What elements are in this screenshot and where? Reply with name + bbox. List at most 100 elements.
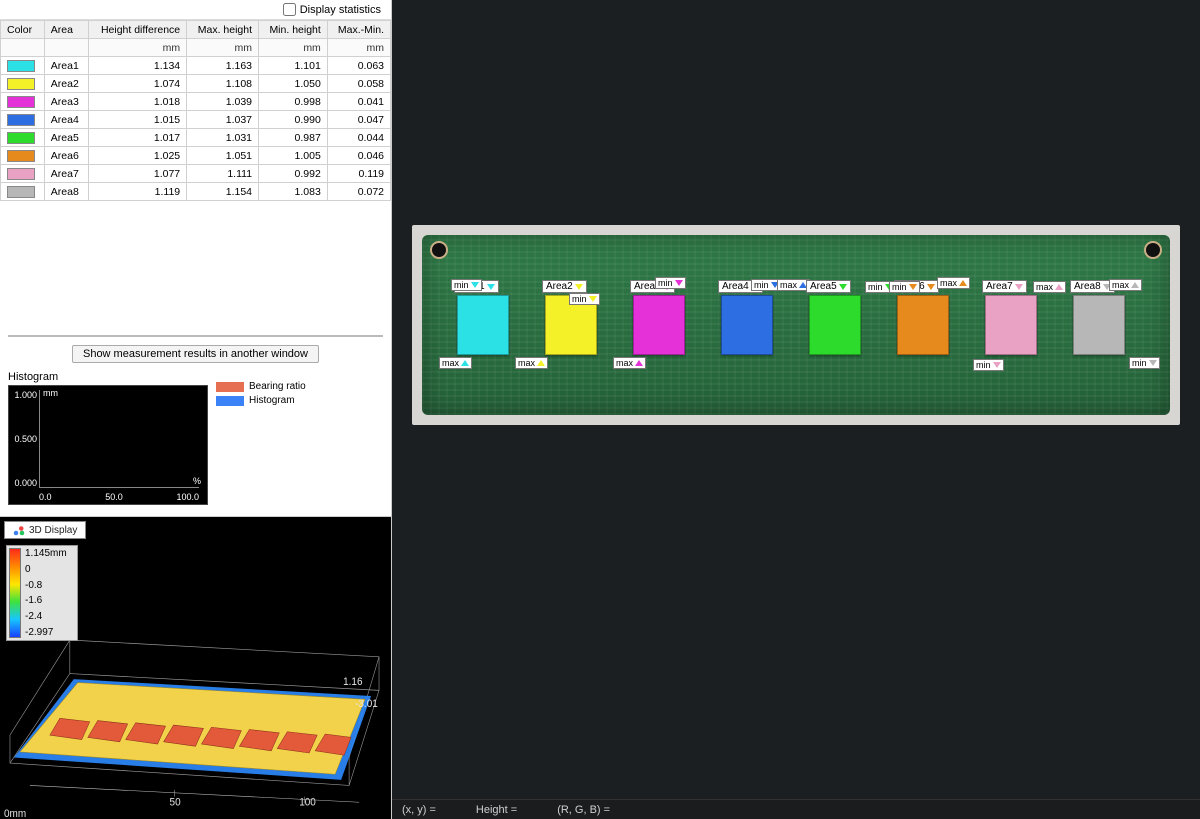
cell-range: 0.044 xyxy=(327,129,390,147)
triangle-down-icon xyxy=(993,362,1001,368)
area-overlay-label: Area5 xyxy=(806,280,851,293)
mounting-hole xyxy=(432,243,446,257)
three-d-display-tab[interactable]: 3D Display xyxy=(4,521,86,539)
axis3d-tick: 50 xyxy=(170,796,181,809)
three-d-tab-label: 3D Display xyxy=(29,525,77,536)
scale-tick: -0.8 xyxy=(25,580,67,591)
area-overlay[interactable]: Area3 xyxy=(633,295,685,355)
min-marker: min xyxy=(1129,357,1160,369)
cell-min: 1.083 xyxy=(259,183,328,201)
col-min[interactable]: Min. height xyxy=(259,21,328,39)
cell-color xyxy=(1,111,45,129)
three-d-icon xyxy=(13,524,25,536)
min-marker: min xyxy=(451,279,482,291)
cell-color xyxy=(1,75,45,93)
table-row[interactable]: Area51.0171.0310.9870.044 xyxy=(1,129,391,147)
table-header-row: Color Area Height difference Max. height… xyxy=(1,21,391,39)
cell-hdiff: 1.134 xyxy=(88,57,187,75)
cell-hdiff: 1.017 xyxy=(88,129,187,147)
scale-tick: -1.6 xyxy=(25,595,67,606)
scale-tick: -2.997 xyxy=(25,627,67,638)
histo-x-tick: 0.0 xyxy=(39,492,52,502)
cell-range: 0.119 xyxy=(327,165,390,183)
col-hdiff[interactable]: Height difference xyxy=(88,21,187,39)
histo-axis-y: 1.000 0.500 0.000 xyxy=(9,386,39,492)
histo-unit-pct: % xyxy=(193,476,201,486)
triangle-down-icon xyxy=(909,284,917,290)
area-overlay[interactable]: Area7 xyxy=(985,295,1037,355)
show-measurement-results-button[interactable]: Show measurement results in another wind… xyxy=(72,345,319,363)
table-row[interactable]: Area61.0251.0511.0050.046 xyxy=(1,147,391,165)
cell-hdiff: 1.119 xyxy=(88,183,187,201)
cell-min: 1.101 xyxy=(259,57,328,75)
cell-range: 0.047 xyxy=(327,111,390,129)
table-row[interactable]: Area11.1341.1631.1010.063 xyxy=(1,57,391,75)
histogram-plot[interactable]: mm 1.000 0.500 0.000 % 0.0 50.0 100.0 xyxy=(8,385,208,505)
area-overlay[interactable]: Area6 xyxy=(897,295,949,355)
cell-max: 1.111 xyxy=(187,165,259,183)
unit-range: mm xyxy=(327,39,390,57)
scale-tick: -2.4 xyxy=(25,611,67,622)
cell-range: 0.072 xyxy=(327,183,390,201)
cell-color xyxy=(1,147,45,165)
measurement-area[interactable]: Area4minmax xyxy=(721,295,773,365)
table-row[interactable]: Area21.0741.1081.0500.058 xyxy=(1,75,391,93)
measurement-area[interactable]: Area7minmax xyxy=(985,295,1037,365)
table-row[interactable]: Area41.0151.0370.9900.047 xyxy=(1,111,391,129)
table-row[interactable]: Area71.0771.1110.9920.119 xyxy=(1,165,391,183)
cell-hdiff: 1.074 xyxy=(88,75,187,93)
max-marker: max xyxy=(1033,281,1066,293)
triangle-down-icon xyxy=(839,284,847,290)
three-d-display-panel[interactable]: 3D Display 1.145mm 0 -0.8 -1.6 -2.4 -2.9… xyxy=(0,517,391,819)
empty-panel-spacer xyxy=(0,201,391,341)
col-color[interactable]: Color xyxy=(1,21,45,39)
measurement-area[interactable]: Area1minmax xyxy=(457,295,509,365)
cell-range: 0.063 xyxy=(327,57,390,75)
cell-min: 1.050 xyxy=(259,75,328,93)
histo-y-tick: 1.000 xyxy=(9,390,39,400)
cell-hdiff: 1.077 xyxy=(88,165,187,183)
histo-axis-x: 0.0 50.0 100.0 xyxy=(39,492,199,502)
area-overlay[interactable]: Area8 xyxy=(1073,295,1125,355)
area-overlay-label: Area7 xyxy=(982,280,1027,293)
histogram-title: Histogram xyxy=(8,371,208,383)
triangle-up-icon xyxy=(959,280,967,286)
status-xy: (x, y) = xyxy=(402,804,436,816)
pcb-view[interactable]: Area1minmaxArea2minmaxArea3minmaxArea4mi… xyxy=(392,0,1200,799)
legend-swatch-bearing xyxy=(216,382,244,392)
cell-color xyxy=(1,57,45,75)
triangle-down-icon xyxy=(1015,284,1023,290)
table-row[interactable]: Area81.1191.1541.0830.072 xyxy=(1,183,391,201)
table-row[interactable]: Area31.0181.0390.9980.041 xyxy=(1,93,391,111)
col-area[interactable]: Area xyxy=(44,21,88,39)
cell-hdiff: 1.015 xyxy=(88,111,187,129)
cell-area-name: Area3 xyxy=(44,93,88,111)
area-overlay[interactable]: Area5 xyxy=(809,295,861,355)
measurement-area[interactable]: Area3minmax xyxy=(633,295,685,365)
scale-ticks: 1.145mm 0 -0.8 -1.6 -2.4 -2.997 xyxy=(25,548,67,638)
unit-min: mm xyxy=(259,39,328,57)
col-max[interactable]: Max. height xyxy=(187,21,259,39)
image-viewer-pane[interactable]: Area1minmaxArea2minmaxArea3minmaxArea4mi… xyxy=(392,0,1200,819)
measurement-area[interactable]: Area5min xyxy=(809,295,861,365)
legend-label-bearing: Bearing ratio xyxy=(249,381,306,392)
measurement-area[interactable]: Area8minmax xyxy=(1073,295,1125,365)
stats-row: Display statistics xyxy=(0,0,391,20)
measurement-area[interactable]: Area6minmax xyxy=(897,295,949,365)
max-marker: max xyxy=(1109,279,1142,291)
area-overlay-label: Area8 xyxy=(1070,280,1115,293)
triangle-down-icon xyxy=(589,296,597,302)
cell-area-name: Area8 xyxy=(44,183,88,201)
cell-range: 0.046 xyxy=(327,147,390,165)
col-range[interactable]: Max.-Min. xyxy=(327,21,390,39)
display-statistics-checkbox[interactable] xyxy=(283,3,296,16)
min-marker: min xyxy=(569,293,600,305)
axis3d-tick: 1.16 xyxy=(343,675,362,688)
area-overlay[interactable]: Area4 xyxy=(721,295,773,355)
triangle-down-icon xyxy=(471,282,479,288)
measurement-area[interactable]: Area2minmax xyxy=(545,295,597,365)
cell-color xyxy=(1,165,45,183)
pcb-board xyxy=(422,235,1170,415)
triangle-up-icon xyxy=(461,360,469,366)
area-overlay[interactable]: Area1 xyxy=(457,295,509,355)
